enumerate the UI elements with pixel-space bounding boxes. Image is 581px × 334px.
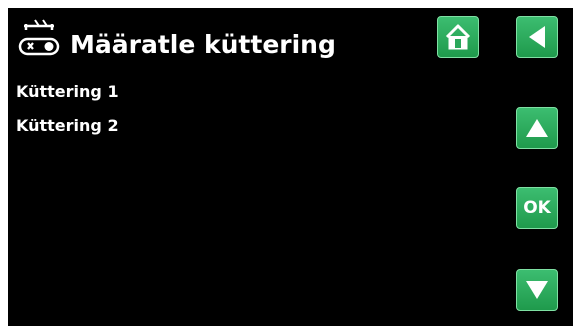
- up-arrow-icon: [526, 119, 548, 137]
- home-button[interactable]: [437, 16, 479, 58]
- screen: Määratle küttering Küttering 1 Küttering…: [8, 8, 573, 326]
- back-button[interactable]: [516, 16, 558, 58]
- back-arrow-icon: [529, 26, 545, 48]
- ok-button[interactable]: OK: [516, 187, 558, 229]
- home-icon: [445, 24, 471, 50]
- page-title: Määratle küttering: [70, 30, 336, 59]
- up-button[interactable]: [516, 107, 558, 149]
- list-item-heating-circuit-1[interactable]: Küttering 1: [16, 83, 119, 117]
- list-item-heating-circuit-2[interactable]: Küttering 2: [16, 117, 119, 151]
- down-arrow-icon: [526, 281, 548, 299]
- down-button[interactable]: [516, 269, 558, 311]
- ok-button-label: OK: [523, 198, 551, 218]
- heating-circuit-icon: [18, 16, 60, 56]
- heating-circuit-list: Küttering 1 Küttering 2: [16, 83, 119, 151]
